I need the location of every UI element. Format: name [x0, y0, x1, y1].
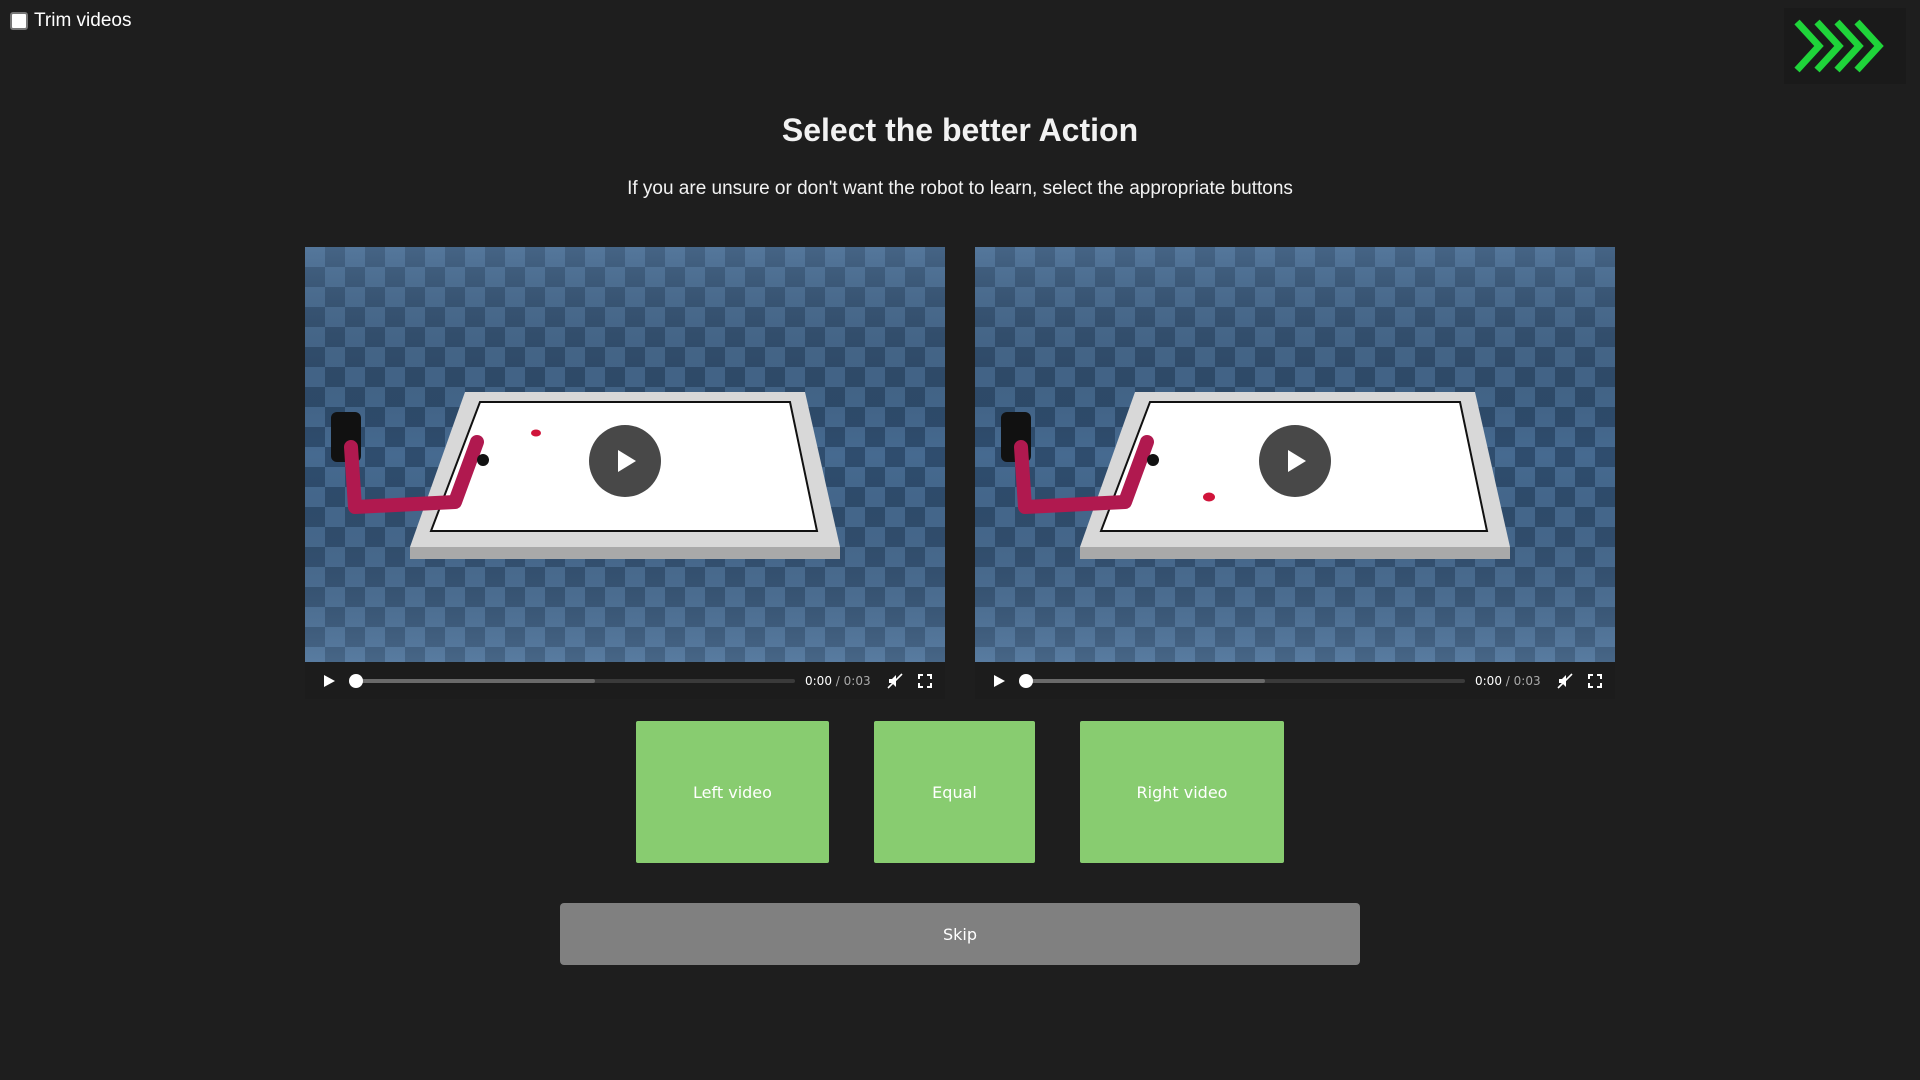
page-title: Select the better Action: [781, 112, 1139, 148]
left-video-seek-handle[interactable]: [349, 673, 363, 688]
right-video-current-time: 0:00: [1475, 673, 1502, 688]
left-video-controls: 0:00 / 0:03: [305, 662, 945, 699]
left-video-big-play-button[interactable]: [589, 425, 661, 497]
left-video-current-time: 0:00: [805, 673, 832, 688]
play-icon: [994, 674, 1005, 687]
right-video-buffer: [1025, 678, 1265, 683]
app-logo: [1784, 8, 1906, 84]
chevrons-right-icon: [1794, 19, 1884, 73]
left-video-button[interactable]: Left video: [636, 721, 829, 863]
right-video-button[interactable]: Right video: [1080, 721, 1284, 863]
right-video-play-button[interactable]: [989, 671, 1009, 691]
right-video-controls: 0:00 / 0:03: [975, 662, 1615, 699]
right-video-fullscreen-button[interactable]: [1585, 671, 1605, 691]
left-video-fullscreen-button[interactable]: [915, 671, 935, 691]
fullscreen-icon: [917, 673, 932, 688]
right-video-duration: / 0:03: [1505, 673, 1541, 688]
fullscreen-icon: [1587, 673, 1602, 688]
right-video-seek-bar[interactable]: [1019, 673, 1465, 688]
left-video-mute-button[interactable]: [885, 671, 905, 691]
left-video-play-button[interactable]: [319, 671, 339, 691]
play-icon: [618, 450, 636, 472]
right-video-time: 0:00 / 0:03: [1475, 674, 1541, 688]
play-icon: [324, 674, 335, 687]
left-video-seek-bar[interactable]: [349, 673, 795, 688]
left-video-time: 0:00 / 0:03: [805, 674, 871, 688]
trim-videos-checkbox[interactable]: [10, 12, 28, 30]
skip-button[interactable]: Skip: [560, 903, 1360, 965]
equal-button[interactable]: Equal: [874, 721, 1035, 863]
trim-videos-toggle[interactable]: Trim videos: [10, 10, 131, 32]
right-video-seek-handle[interactable]: [1019, 673, 1033, 688]
left-video-buffer: [355, 678, 595, 683]
play-icon: [1288, 450, 1306, 472]
page-subtitle: If you are unsure or don't want the robo…: [627, 178, 1293, 199]
muted-speaker-icon: [1557, 672, 1573, 689]
right-video-mute-button[interactable]: [1555, 671, 1575, 691]
app-root: Trim videos Select the better Action If …: [0, 0, 1920, 1080]
left-video-player[interactable]: 0:00 / 0:03: [305, 247, 945, 699]
right-video-player[interactable]: 0:00 / 0:03: [975, 247, 1615, 699]
right-video-big-play-button[interactable]: [1259, 425, 1331, 497]
trim-videos-label: Trim videos: [34, 10, 132, 31]
muted-speaker-icon: [887, 672, 903, 689]
left-video-duration: / 0:03: [835, 673, 871, 688]
